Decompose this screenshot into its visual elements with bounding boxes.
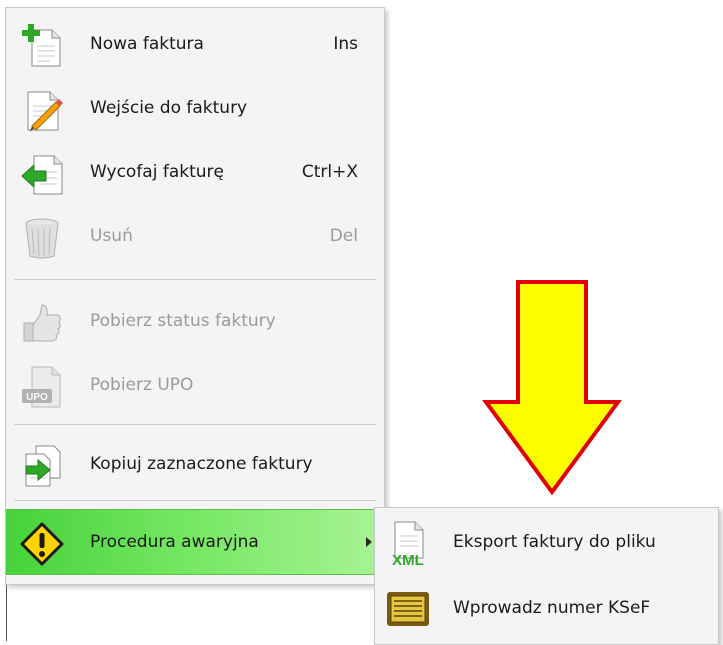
menu-item-shortcut: Del [329,226,358,246]
annotation-down-arrow-icon [482,280,622,496]
menu-item-label: Procedura awaryjna [90,532,259,552]
menu-item-delete: Usuń Del [6,204,384,268]
menu-item-shortcut: Ins [333,34,358,54]
edit-document-icon [27,91,63,132]
menu-item-copy-selected-invoices[interactable]: Kopiuj zaznaczone faktury [6,432,384,496]
menu-separator [14,279,376,280]
menu-item-label: Nowa faktura [90,34,204,54]
upo-document-icon: UPO [22,366,61,408]
menu-separator [14,424,376,425]
menu-item-emergency-procedure[interactable]: Procedura awaryjna [6,509,384,575]
withdraw-document-icon [21,155,63,195]
submenu-item-enter-ksef-number[interactable]: Wprowadz numer KSeF [375,576,718,640]
xml-icon-text: XML [392,552,424,566]
menu-item-label: Usuń [90,226,133,246]
menu-separator [14,500,376,501]
menu-item-get-invoice-status: Pobierz status faktury [6,289,384,353]
upo-icon-text: UPO [26,392,48,403]
xml-file-icon: XML [392,521,424,566]
menu-item-shortcut: Ctrl+X [301,162,358,182]
menu-item-new-invoice[interactable]: Nowa faktura Ins [6,12,384,76]
menu-item-label: Pobierz status faktury [90,311,276,331]
menu-item-withdraw-invoice[interactable]: Wycofaj fakturę Ctrl+X [6,140,384,204]
menu-item-label: Pobierz UPO [90,375,194,395]
trash-bin-icon [25,218,59,259]
thumbs-up-icon [23,304,61,342]
submenu-item-label: Wprowadz numer KSeF [453,598,651,618]
menu-item-open-invoice[interactable]: Wejście do faktury [6,76,384,140]
submenu-item-label: Eksport faktury do pliku [453,532,656,552]
submenu-arrow-icon [366,537,372,547]
submenu-emergency-procedure: XML Eksport faktury do pliku Wprowadz nu… [374,507,719,645]
menu-item-label: Kopiuj zaznaczone faktury [90,454,313,474]
new-document-icon [22,24,61,67]
context-menu: Nowa faktura Ins Wejście do faktury Wyco… [5,7,385,585]
binary-chip-icon [387,592,429,626]
submenu-item-export-invoice-to-file[interactable]: XML Eksport faktury do pliku [375,510,718,574]
copy-documents-icon [25,445,61,487]
warning-icon [20,522,64,566]
menu-item-get-upo: UPO Pobierz UPO [6,353,384,417]
menu-item-label: Wycofaj fakturę [90,162,224,182]
menu-item-label: Wejście do faktury [90,98,248,118]
